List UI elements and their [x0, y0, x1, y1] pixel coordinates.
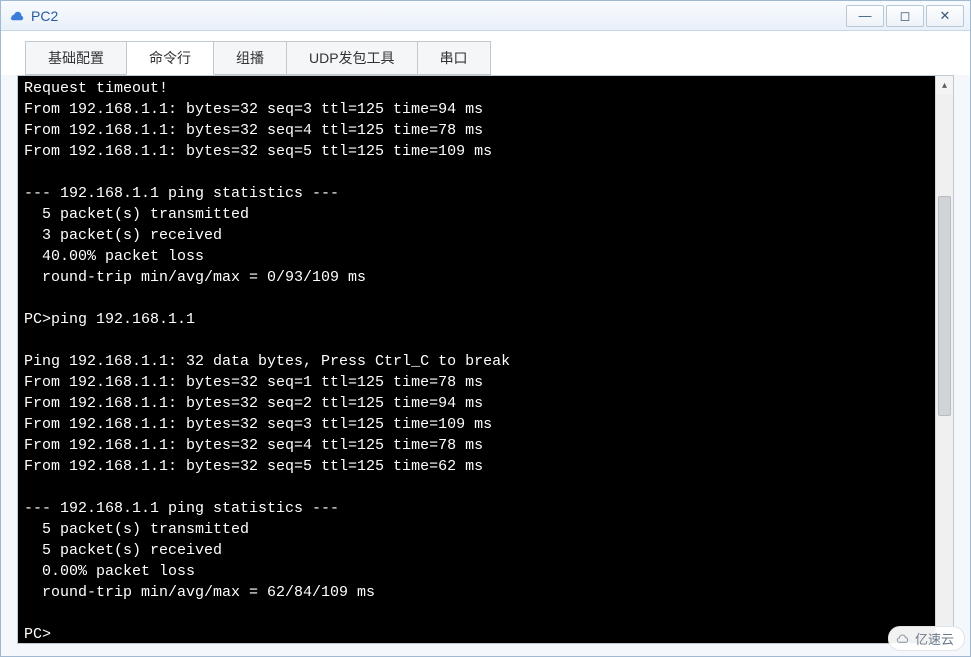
watermark-badge: 亿速云 [888, 626, 965, 651]
scroll-thumb[interactable] [938, 196, 951, 416]
app-icon [7, 7, 25, 25]
close-button[interactable]: ✕ [926, 5, 964, 27]
scroll-up-arrow-icon[interactable]: ▴ [936, 76, 953, 94]
window-controls: — ◻ ✕ [844, 5, 964, 27]
watermark-text: 亿速云 [915, 629, 954, 648]
window-title: PC2 [31, 8, 844, 24]
scrollbar[interactable]: ▴ ▾ [935, 76, 953, 643]
terminal-output[interactable]: Request timeout! From 192.168.1.1: bytes… [18, 76, 935, 643]
tab-basic-config[interactable]: 基础配置 [25, 41, 127, 75]
tab-udp-tool[interactable]: UDP发包工具 [286, 41, 418, 75]
app-window: PC2 — ◻ ✕ 基础配置 命令行 组播 UDP发包工具 串口 Request… [0, 0, 971, 657]
cloud-icon [895, 631, 911, 647]
maximize-button[interactable]: ◻ [886, 5, 924, 27]
titlebar: PC2 — ◻ ✕ [1, 1, 970, 31]
tab-serial[interactable]: 串口 [417, 41, 491, 75]
tab-multicast[interactable]: 组播 [213, 41, 287, 75]
tabbar: 基础配置 命令行 组播 UDP发包工具 串口 [1, 31, 970, 75]
minimize-button[interactable]: — [846, 5, 884, 27]
tab-command-line[interactable]: 命令行 [126, 41, 214, 75]
terminal-panel: Request timeout! From 192.168.1.1: bytes… [17, 75, 954, 644]
